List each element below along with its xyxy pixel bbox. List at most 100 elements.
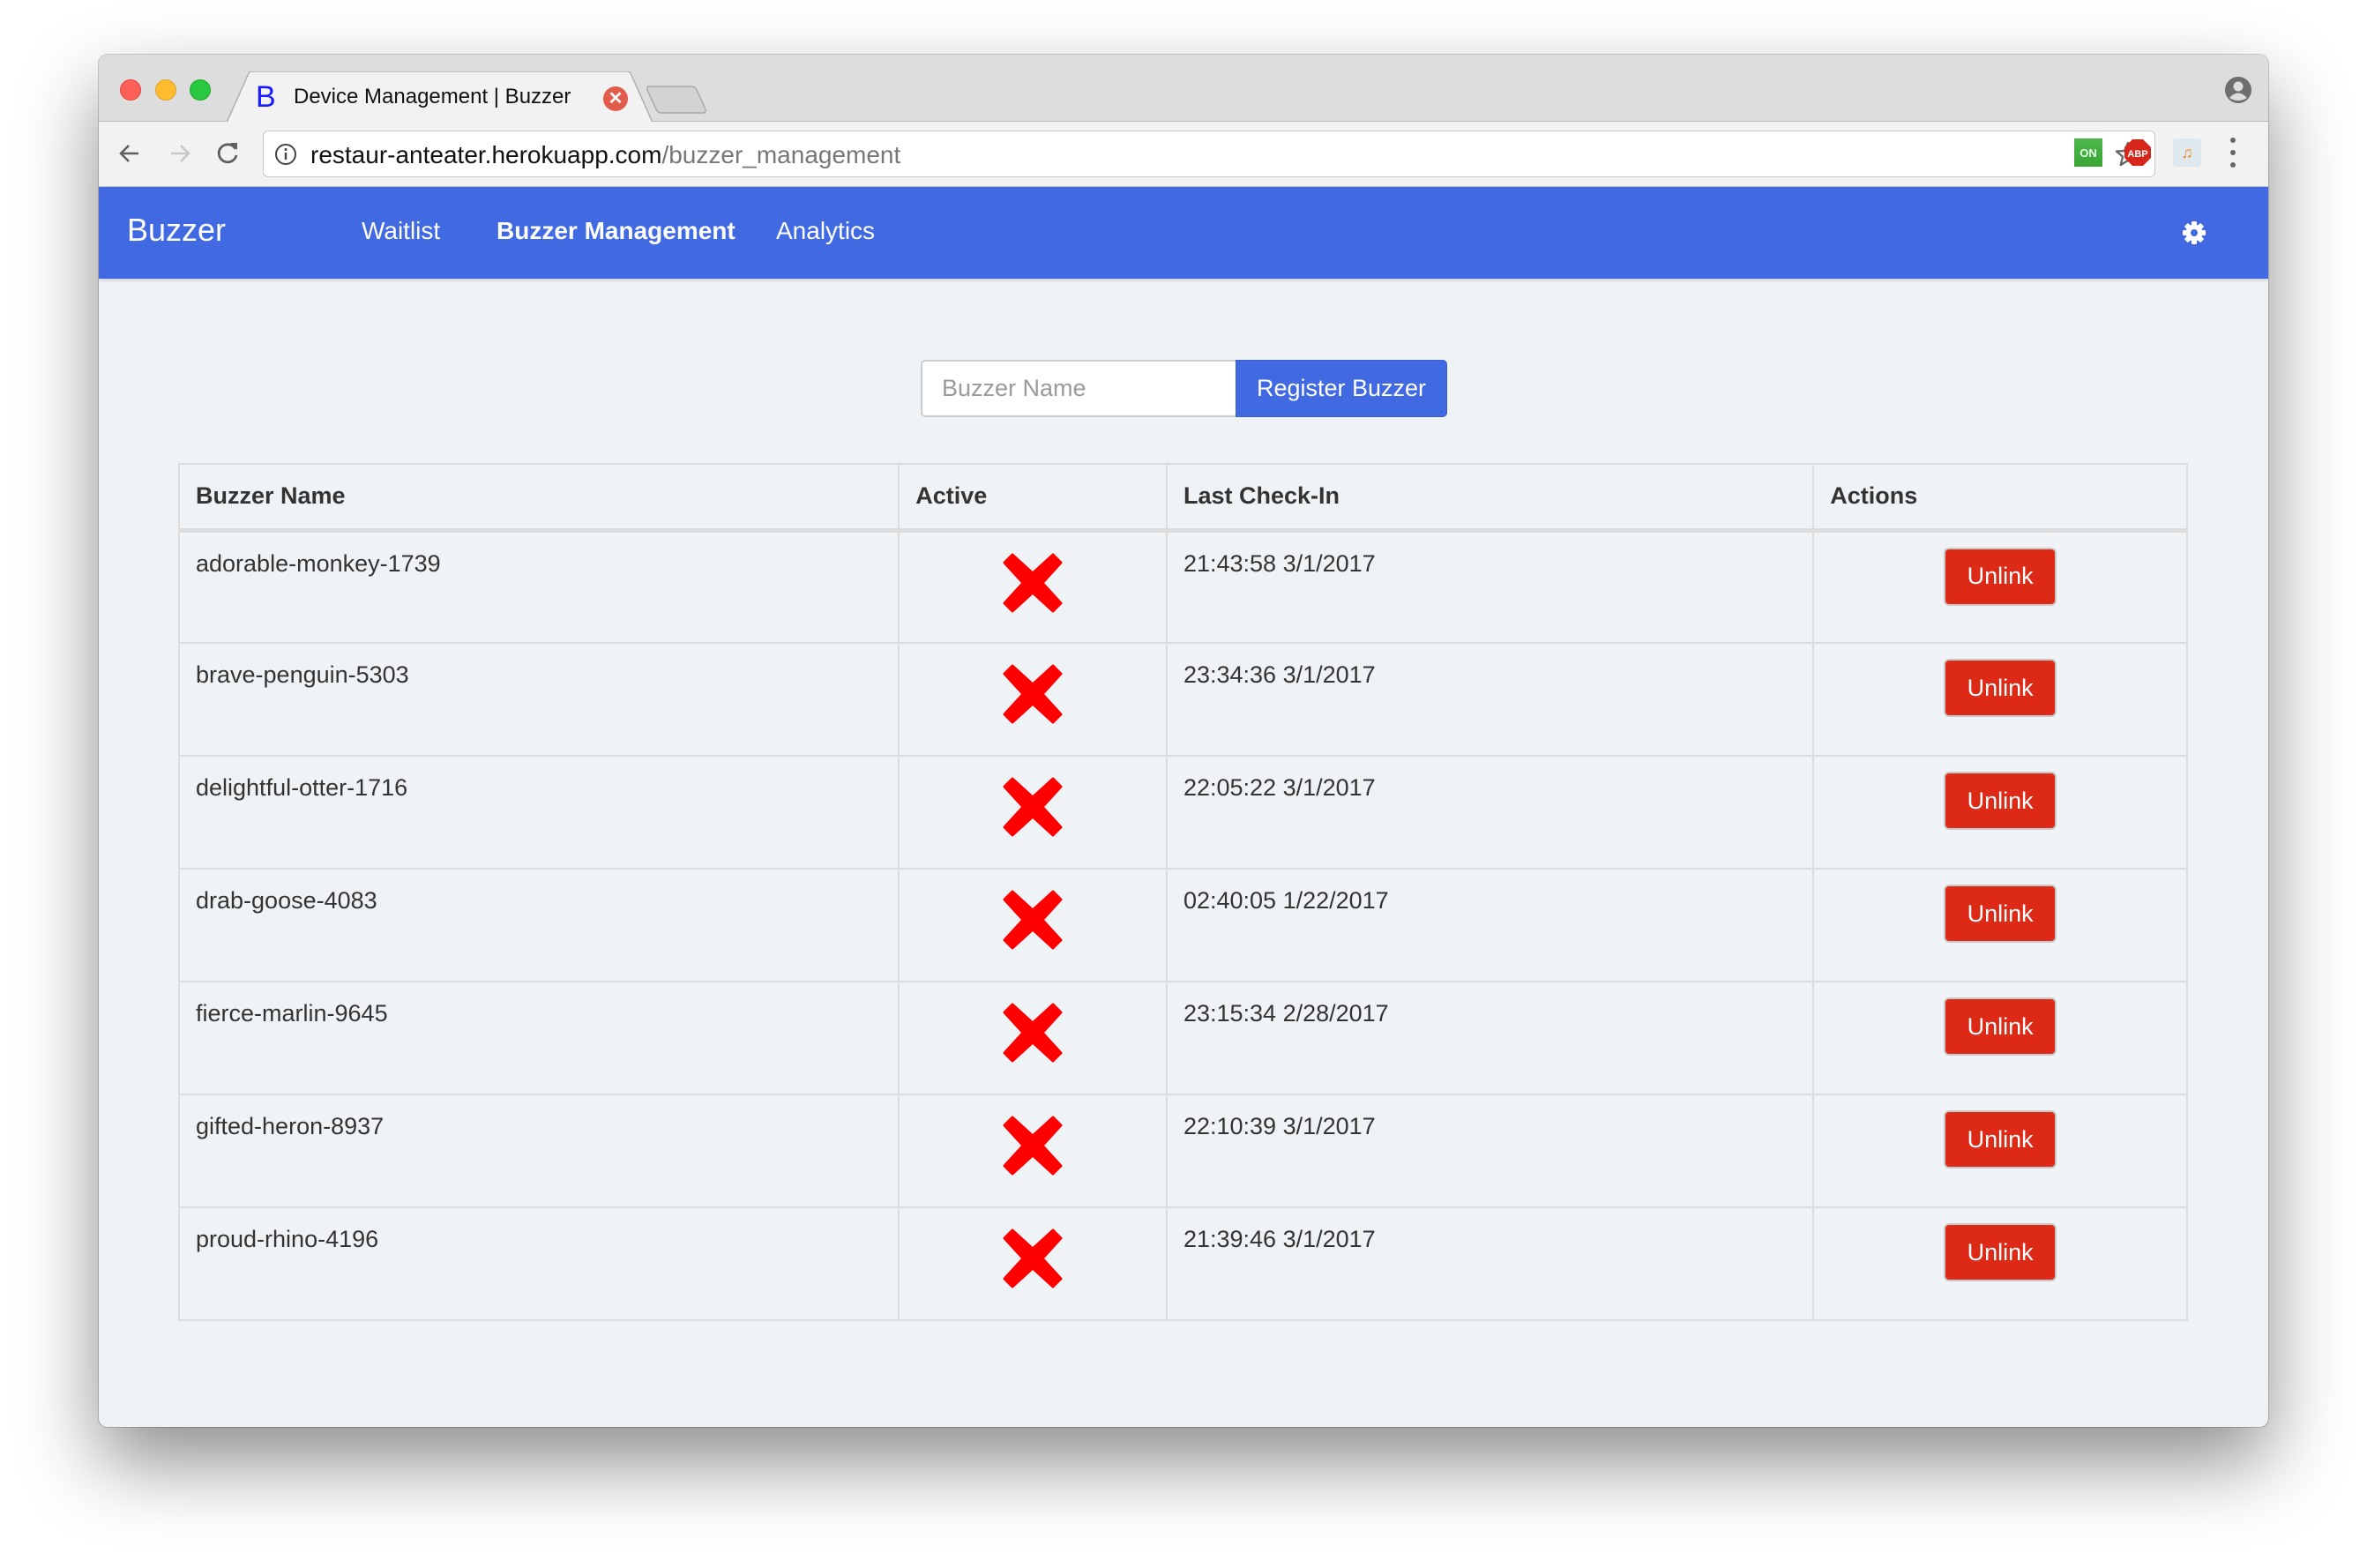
zoom-window-button[interactable] (190, 79, 211, 101)
tab-close-icon[interactable]: ✕ (603, 86, 628, 111)
actions-cell: Unlink (1812, 868, 2188, 982)
buzzer-name-input[interactable] (921, 360, 1236, 417)
last-check-in: 23:34:36 3/1/2017 (1183, 661, 1376, 688)
url-host: restaur-anteater.herokuapp.com (310, 141, 662, 168)
minimize-window-button[interactable] (155, 79, 176, 101)
table-row: delightful-otter-1716 22:05:22 3/1/2017 … (177, 755, 2188, 870)
red-x-icon (1003, 777, 1063, 837)
buzzer-name: fierce-marlin-9645 (196, 1000, 388, 1027)
last-check-in-cell: 02:40:05 1/22/2017 (1165, 868, 1815, 982)
actions-cell: Unlink (1812, 529, 2188, 644)
new-tab-button[interactable] (646, 85, 707, 115)
red-x-icon (1003, 890, 1063, 950)
buzzer-name: brave-penguin-5303 (196, 661, 409, 688)
red-x-icon (1003, 1116, 1063, 1176)
unlink-button[interactable]: Unlink (1944, 997, 2057, 1056)
reload-button[interactable] (210, 136, 245, 171)
unlink-button[interactable]: Unlink (1944, 1110, 2057, 1169)
table-row: gifted-heron-8937 22:10:39 3/1/2017 Unli… (177, 1094, 2188, 1208)
active-cell (898, 1206, 1168, 1321)
last-check-in-cell: 22:05:22 3/1/2017 (1165, 755, 1815, 870)
actions-cell: Unlink (1812, 755, 2188, 870)
table-row: brave-penguin-5303 23:34:36 3/1/2017 Unl… (177, 642, 2188, 757)
active-cell (898, 1094, 1168, 1208)
last-check-in: 22:05:22 3/1/2017 (1183, 774, 1376, 801)
adblock-plus-icon[interactable]: ABP (2124, 138, 2152, 167)
column-header-buzzer-name: Buzzer Name (177, 463, 900, 533)
register-buzzer-button[interactable]: Register Buzzer (1236, 360, 1447, 417)
red-x-icon (1003, 553, 1063, 612)
table-row: adorable-monkey-1739 21:43:58 3/1/2017 U… (177, 529, 2188, 644)
reload-icon (217, 143, 238, 164)
actions-cell: Unlink (1812, 1094, 2188, 1208)
nav-link-waitlist[interactable]: Waitlist (362, 217, 440, 245)
browser-window: B Device Management | Buzzer ✕ restaur-a… (99, 55, 2268, 1427)
last-check-in-cell: 21:39:46 3/1/2017 (1165, 1206, 1815, 1321)
buzzer-name: adorable-monkey-1739 (196, 549, 441, 577)
buzzer-name: gifted-heron-8937 (196, 1113, 385, 1139)
nav-link-buzzer-management[interactable]: Buzzer Management (497, 217, 735, 245)
unlink-button[interactable]: Unlink (1944, 659, 2057, 717)
table-header-row: Buzzer Name Active Last Check-In Actions (177, 463, 2188, 533)
unlink-button[interactable]: Unlink (1944, 1223, 2057, 1281)
buzzer-name-cell: proud-rhino-4196 (177, 1206, 900, 1321)
profile-icon[interactable] (2224, 76, 2252, 104)
buzzer-name: drab-goose-4083 (196, 887, 377, 914)
column-header-active: Active (898, 463, 1168, 533)
browser-menu-icon[interactable] (2224, 138, 2242, 168)
buzzer-name-cell: drab-goose-4083 (177, 868, 900, 982)
active-cell (898, 755, 1168, 870)
tab-title: Device Management | Buzzer (294, 85, 571, 108)
arrow-left-icon (119, 145, 138, 162)
url-path: /buzzer_management (661, 141, 901, 168)
close-window-button[interactable] (120, 79, 141, 101)
on-extension-label: ON (2080, 146, 2097, 160)
info-icon[interactable] (274, 143, 297, 166)
address-bar[interactable]: restaur-anteater.herokuapp.com/buzzer_ma… (263, 131, 2155, 177)
last-check-in: 21:43:58 3/1/2017 (1183, 549, 1376, 577)
table-row: proud-rhino-4196 21:39:46 3/1/2017 Unlin… (177, 1206, 2188, 1321)
last-check-in-cell: 22:10:39 3/1/2017 (1165, 1094, 1815, 1208)
last-check-in-cell: 23:15:34 2/28/2017 (1165, 981, 1815, 1095)
back-button[interactable] (112, 136, 147, 171)
favicon-icon: B (256, 80, 276, 114)
last-check-in: 22:10:39 3/1/2017 (1183, 1113, 1376, 1139)
last-check-in: 02:40:05 1/22/2017 (1183, 887, 1389, 914)
buzzer-name: proud-rhino-4196 (196, 1226, 379, 1252)
last-check-in: 23:15:34 2/28/2017 (1183, 1000, 1389, 1027)
unlink-button[interactable]: Unlink (1944, 885, 2057, 943)
last-check-in-cell: 21:43:58 3/1/2017 (1165, 529, 1815, 644)
red-x-icon (1003, 1228, 1063, 1288)
active-cell (898, 642, 1168, 757)
title-bar: B Device Management | Buzzer ✕ (99, 55, 2268, 123)
forward-button[interactable] (162, 136, 198, 171)
nav-link-analytics[interactable]: Analytics (776, 217, 875, 245)
active-cell (898, 529, 1168, 644)
buzzer-name-cell: gifted-heron-8937 (177, 1094, 900, 1208)
unlink-button[interactable]: Unlink (1944, 772, 2057, 830)
buzzer-name-cell: fierce-marlin-9645 (177, 981, 900, 1095)
table-row: drab-goose-4083 02:40:05 1/22/2017 Unlin… (177, 868, 2188, 982)
buzzer-name-cell: delightful-otter-1716 (177, 755, 900, 870)
browser-tab-active[interactable]: B Device Management | Buzzer ✕ (227, 71, 653, 123)
on-extension-icon[interactable]: ON (2074, 138, 2102, 167)
arrow-right-icon (171, 145, 190, 162)
gear-icon[interactable] (2182, 220, 2206, 245)
actions-cell: Unlink (1812, 642, 2188, 757)
buzzer-name: delightful-otter-1716 (196, 774, 408, 801)
brand-logo[interactable]: Buzzer (127, 212, 226, 249)
active-cell (898, 981, 1168, 1095)
cloud-music-label: ♫ (2181, 143, 2193, 161)
last-check-in-cell: 23:34:36 3/1/2017 (1165, 642, 1815, 757)
browser-toolbar: restaur-anteater.herokuapp.com/buzzer_ma… (99, 122, 2268, 187)
actions-cell: Unlink (1812, 1206, 2188, 1321)
buzzer-name-cell: adorable-monkey-1739 (177, 529, 900, 644)
buzzer-name-cell: brave-penguin-5303 (177, 642, 900, 757)
active-cell (898, 868, 1168, 982)
url-text[interactable]: restaur-anteater.herokuapp.com/buzzer_ma… (310, 141, 900, 169)
table-row: fierce-marlin-9645 23:15:34 2/28/2017 Un… (177, 981, 2188, 1095)
actions-cell: Unlink (1812, 981, 2188, 1095)
cloud-music-icon[interactable]: ♫ (2173, 138, 2201, 167)
column-header-actions: Actions (1812, 463, 2188, 533)
unlink-button[interactable]: Unlink (1944, 547, 2057, 606)
